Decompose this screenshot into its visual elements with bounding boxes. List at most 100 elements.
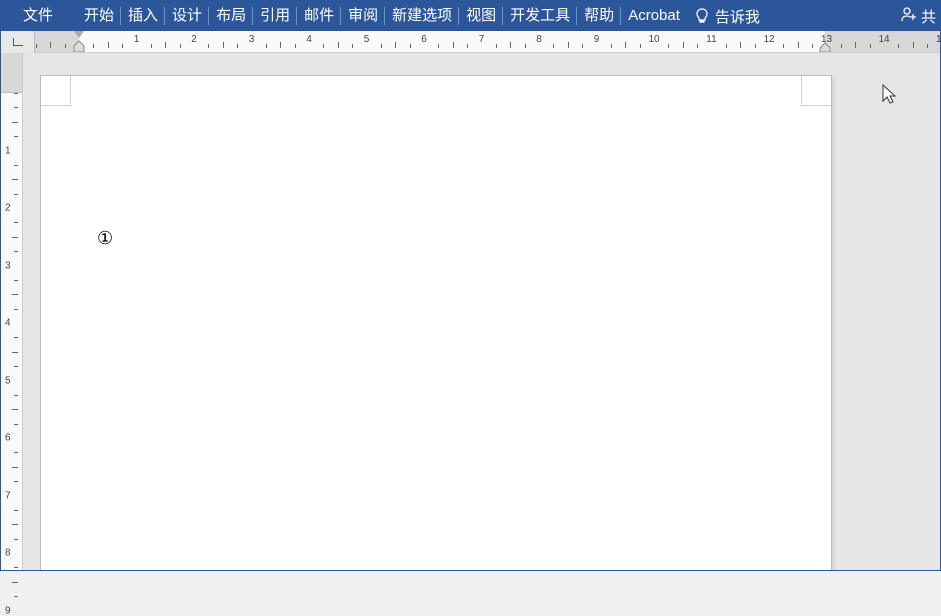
- h-ruler-number: 12: [763, 34, 774, 45]
- h-ruler-tick: [525, 44, 526, 48]
- h-ruler-tick: [180, 44, 181, 48]
- h-ruler-tick: [453, 42, 454, 48]
- h-ruler-tick: [36, 44, 37, 48]
- h-ruler-tick: [208, 44, 209, 48]
- right-indent-marker[interactable]: [819, 42, 831, 52]
- h-ruler-tick: [381, 44, 382, 48]
- h-ruler-number: 3: [249, 34, 255, 45]
- first-line-indent-marker[interactable]: [74, 31, 84, 38]
- ribbon-tab-8[interactable]: 视图: [459, 1, 503, 31]
- v-ruler-tick: [12, 467, 18, 468]
- h-ruler-tick: [65, 44, 66, 48]
- h-ruler-tick: [870, 44, 871, 48]
- h-ruler-tick: [798, 42, 799, 48]
- h-ruler-tick: [640, 44, 641, 48]
- h-ruler-tick: [93, 44, 94, 48]
- ribbon-tab-11[interactable]: Acrobat: [621, 1, 687, 31]
- ribbon-tab-3[interactable]: 布局: [209, 1, 253, 31]
- tell-me-search[interactable]: 告诉我: [695, 6, 760, 27]
- ruler-top-margin-area: [1, 53, 22, 93]
- v-ruler-tick: [14, 107, 18, 108]
- share-button[interactable]: 共: [896, 1, 940, 31]
- v-ruler-number: 5: [5, 375, 11, 386]
- h-ruler-tick: [467, 44, 468, 48]
- h-ruler-tick: [740, 42, 741, 48]
- page-margin-corner-tr: [801, 76, 831, 106]
- h-ruler-tick: [855, 42, 856, 48]
- horizontal-ruler[interactable]: 123456789101112131415: [35, 31, 940, 52]
- v-ruler-tick: [14, 222, 18, 223]
- h-ruler-number: 10: [648, 34, 659, 45]
- h-ruler-tick: [108, 42, 109, 48]
- h-ruler-number: 6: [421, 34, 427, 45]
- document-page[interactable]: ①: [40, 75, 832, 570]
- v-ruler-tick: [14, 280, 18, 281]
- share-person-icon: [900, 6, 918, 26]
- h-ruler-number: 7: [479, 34, 485, 45]
- h-ruler-tick: [496, 44, 497, 48]
- v-ruler-tick: [12, 409, 18, 410]
- v-ruler-number: 3: [5, 260, 11, 271]
- h-ruler-tick: [611, 44, 612, 48]
- h-ruler-number: 2: [191, 34, 197, 45]
- v-ruler-tick: [12, 179, 18, 180]
- v-ruler-tick: [14, 93, 18, 94]
- h-ruler-number: 8: [536, 34, 542, 45]
- v-ruler-tick: [14, 395, 18, 396]
- ribbon-tabs: 文件 开始插入设计布局引用邮件审阅新建选项视图开发工具帮助Acrobat 告诉我…: [1, 1, 940, 31]
- ribbon-tab-9[interactable]: 开发工具: [503, 1, 577, 31]
- h-ruler-tick: [50, 42, 51, 48]
- vertical-ruler[interactable]: 123456789: [1, 53, 23, 570]
- page-margin-corner-tl: [41, 76, 71, 106]
- h-ruler-tick: [338, 42, 339, 48]
- h-ruler-tick: [625, 42, 626, 48]
- h-ruler-number: 1: [134, 34, 140, 45]
- tab-selector[interactable]: [1, 31, 35, 53]
- h-ruler-tick: [223, 42, 224, 48]
- h-ruler-tick: [697, 44, 698, 48]
- v-ruler-tick: [14, 366, 18, 367]
- v-ruler-tick: [12, 352, 18, 353]
- v-ruler-tick: [14, 251, 18, 252]
- ribbon-tab-1[interactable]: 插入: [121, 1, 165, 31]
- h-ruler-tick: [237, 44, 238, 48]
- h-ruler-tick: [568, 42, 569, 48]
- ribbon-tab-4[interactable]: 引用: [253, 1, 297, 31]
- h-ruler-tick: [783, 44, 784, 48]
- ribbon-tab-2[interactable]: 设计: [165, 1, 209, 31]
- tab-stop-icon: [13, 38, 23, 46]
- h-ruler-number: 15: [936, 34, 940, 45]
- v-ruler-number: 7: [5, 490, 11, 501]
- ribbon-tab-5[interactable]: 邮件: [297, 1, 341, 31]
- h-ruler-tick: [913, 42, 914, 48]
- h-ruler-tick: [668, 44, 669, 48]
- h-ruler-tick: [395, 42, 396, 48]
- h-ruler-tick: [266, 44, 267, 48]
- left-indent-marker[interactable]: [73, 40, 85, 52]
- h-ruler-number: 11: [706, 34, 716, 45]
- ribbon-tab-10[interactable]: 帮助: [577, 1, 621, 31]
- v-ruler-tick: [14, 567, 18, 568]
- h-ruler-tick: [151, 44, 152, 48]
- document-viewport[interactable]: ①: [23, 53, 940, 570]
- v-ruler-number: 9: [5, 605, 11, 616]
- document-text-content[interactable]: ①: [97, 228, 113, 249]
- v-ruler-tick: [12, 524, 18, 525]
- ribbon-tab-7[interactable]: 新建选项: [385, 1, 459, 31]
- v-ruler-tick: [14, 510, 18, 511]
- v-ruler-tick: [14, 309, 18, 310]
- h-ruler-tick: [898, 44, 899, 48]
- v-ruler-tick: [12, 122, 18, 123]
- share-label: 共: [921, 6, 936, 27]
- h-ruler-tick: [165, 42, 166, 48]
- ribbon-tab-0[interactable]: 开始: [77, 1, 121, 31]
- v-ruler-tick: [12, 294, 18, 295]
- h-ruler-tick: [295, 44, 296, 48]
- h-ruler-tick: [410, 44, 411, 48]
- h-ruler-tick: [352, 44, 353, 48]
- file-tab[interactable]: 文件: [9, 1, 67, 31]
- h-ruler-tick: [726, 44, 727, 48]
- ribbon-tab-6[interactable]: 审阅: [341, 1, 385, 31]
- h-ruler-tick: [683, 42, 684, 48]
- v-ruler-tick: [12, 582, 18, 583]
